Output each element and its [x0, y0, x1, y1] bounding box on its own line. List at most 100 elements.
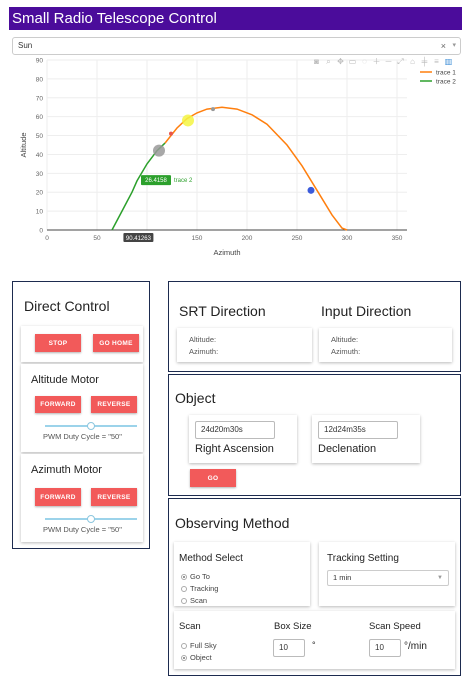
scan-speed-unit: °/min: [404, 641, 427, 652]
zoom-icon[interactable]: ⌕: [324, 57, 333, 66]
method-select-card: Method Select Go To Tracking Scan: [174, 542, 310, 606]
right-ascension-label: Right Ascension: [195, 443, 274, 455]
azimuth-reverse-button[interactable]: REVERSE: [91, 488, 137, 506]
input-direction-card: Altitude: Azimuth:: [319, 328, 452, 362]
x-tick-label: 200: [242, 235, 253, 242]
srt-direction-title: SRT Direction: [179, 303, 266, 319]
observing-method-panel: Observing Method Method Select Go To Tra…: [168, 498, 461, 676]
method-scan-radio[interactable]: Scan: [181, 596, 207, 605]
zoom-out-icon[interactable]: －: [384, 57, 393, 66]
radio-dot: [181, 642, 187, 649]
method-goto-radio[interactable]: Go To: [181, 572, 210, 581]
zoom-in-icon[interactable]: ＋: [372, 57, 381, 66]
slider-handle[interactable]: [87, 422, 95, 430]
scan-full-sky-label: Full Sky: [190, 641, 217, 650]
azimuth-motor-title: Azimuth Motor: [31, 464, 102, 476]
box-size-title: Box Size: [274, 621, 312, 632]
direct-control-panel: Direct Control STOP GO HOME Altitude Mot…: [12, 281, 150, 549]
object-title: Object: [175, 390, 216, 406]
azimuth-pwm-label: PWM Duty Cycle = "50": [43, 525, 122, 534]
scan-speed-title: Scan Speed: [369, 621, 421, 632]
legend-label: trace 1: [436, 70, 456, 77]
x-tick-label: 250: [292, 235, 303, 242]
method-select-title: Method Select: [179, 553, 243, 564]
declination-card: 12d24m35s Declenation: [312, 415, 420, 463]
right-ascension-input[interactable]: 24d20m30s: [195, 421, 275, 439]
direct-control-title: Direct Control: [24, 298, 110, 314]
srt-direction-card: Altitude: Azimuth:: [177, 328, 312, 362]
plotly-logo-icon[interactable]: ▥: [444, 57, 453, 66]
spike-icon[interactable]: ╪: [420, 57, 429, 66]
go-button[interactable]: GO: [190, 469, 236, 487]
y-tick-label: 50: [36, 133, 44, 140]
chevron-down-icon[interactable]: ▾: [452, 38, 456, 54]
x-tick-label: 0: [45, 235, 49, 242]
scan-title: Scan: [179, 621, 201, 632]
camera-icon[interactable]: ◙: [312, 57, 321, 66]
scan-object-label: Object: [190, 653, 212, 662]
target-select[interactable]: Sun × ▾: [12, 37, 461, 55]
reset-icon[interactable]: ⌂: [408, 57, 417, 66]
pan-icon[interactable]: ✥: [336, 57, 345, 66]
y-tick-label: 70: [36, 95, 44, 102]
y-tick-label: 30: [36, 171, 44, 178]
scan-full-sky-radio[interactable]: Full Sky: [181, 641, 217, 650]
altitude-pwm-slider[interactable]: [45, 422, 137, 430]
right-ascension-card: 24d20m30s Right Ascension: [189, 415, 297, 463]
object-panel: Object 24d20m30s Right Ascension 12d24m3…: [168, 374, 461, 496]
altitude-reverse-button[interactable]: REVERSE: [91, 396, 137, 413]
y-tick-label: 20: [36, 190, 44, 197]
y-tick-label: 80: [36, 76, 44, 83]
declination-input[interactable]: 12d24m35s: [318, 421, 398, 439]
scan-settings-card: Scan Full Sky Object Box Size 10 ° Scan …: [174, 611, 455, 669]
marker-point: [153, 144, 165, 157]
scan-object-radio[interactable]: Object: [181, 653, 212, 662]
x-tick-label: 50: [93, 235, 101, 242]
marker-point: [211, 107, 215, 112]
stop-button[interactable]: STOP: [35, 334, 81, 352]
y-tick-label: 0: [39, 228, 43, 235]
app-title-bar: Small Radio Telescope Control: [9, 7, 462, 30]
azimuth-pwm-slider[interactable]: [45, 515, 137, 523]
marker-point: [182, 114, 194, 127]
x-tick-label: 350: [392, 235, 403, 242]
method-tracking-radio[interactable]: Tracking: [181, 584, 218, 593]
method-goto-label: Go To: [190, 572, 210, 581]
clear-icon[interactable]: ×: [441, 38, 446, 54]
autoscale-icon[interactable]: ⤢: [396, 57, 405, 66]
y-tick-label: 90: [36, 58, 44, 65]
marker-point: [307, 186, 315, 194]
compare-icon[interactable]: ≡: [432, 57, 441, 66]
input-azimuth-label: Azimuth:: [331, 347, 361, 356]
azimuth-forward-button[interactable]: FORWARD: [35, 488, 81, 506]
y-tick-label: 10: [36, 209, 44, 216]
azimuth-motor-card: Azimuth Motor FORWARD REVERSE PWM Duty C…: [21, 454, 143, 542]
go-home-button[interactable]: GO HOME: [93, 334, 139, 352]
y-tick-label: 40: [36, 152, 44, 159]
altitude-forward-button[interactable]: FORWARD: [35, 396, 81, 413]
observing-method-title: Observing Method: [175, 515, 290, 531]
box-size-unit: °: [312, 640, 316, 650]
altitude-motor-title: Altitude Motor: [31, 374, 99, 386]
srt-azimuth-label: Azimuth:: [189, 347, 219, 356]
radio-dot: [181, 573, 187, 580]
box-select-icon[interactable]: ▭: [348, 57, 357, 66]
tracking-setting-select[interactable]: 1 min ▼: [327, 570, 449, 586]
chart-svg[interactable]: 0102030405060708090050100150200250300350…: [12, 55, 461, 265]
tracking-setting-value: 1 min: [333, 573, 352, 582]
input-altitude-label: Altitude:: [331, 335, 359, 344]
box-size-input[interactable]: 10: [273, 639, 305, 657]
hover-x-label: 90.41263: [126, 236, 152, 242]
marker-point: [169, 131, 173, 136]
app-title: Small Radio Telescope Control: [12, 10, 217, 27]
altitude-motor-card: Altitude Motor FORWARD REVERSE PWM Duty …: [21, 364, 143, 452]
radio-dot: [181, 597, 187, 604]
scan-speed-input[interactable]: 10: [369, 639, 401, 657]
method-tracking-label: Tracking: [190, 584, 219, 593]
altitude-pwm-label: PWM Duty Cycle = "50": [43, 432, 122, 441]
tracking-setting-card: Tracking Setting 1 min ▼: [319, 542, 455, 606]
y-tick-label: 60: [36, 114, 44, 121]
slider-handle[interactable]: [87, 515, 95, 523]
lasso-icon[interactable]: ◌: [360, 57, 369, 66]
altitude-azimuth-plot[interactable]: 0102030405060708090050100150200250300350…: [12, 55, 461, 265]
